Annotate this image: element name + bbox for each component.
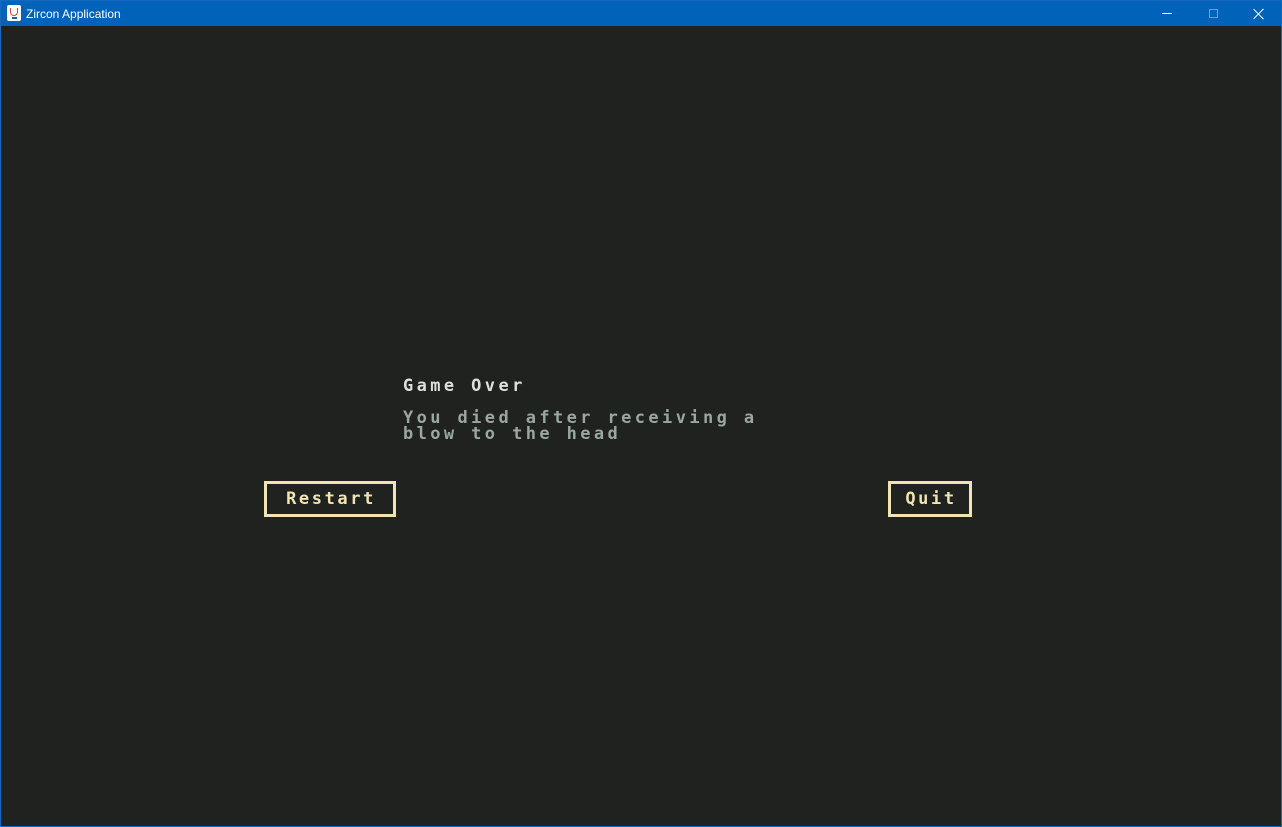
death-message: You died after receiving a blow to the h… <box>403 410 843 444</box>
maximize-button[interactable] <box>1190 1 1236 26</box>
death-message-line-2: blow to the head <box>403 424 622 444</box>
title-bar[interactable]: Zircon Application <box>1 1 1281 26</box>
minimize-icon <box>1162 13 1172 14</box>
app-window: Zircon Application Game Over You died af… <box>0 0 1282 827</box>
minimize-button[interactable] <box>1144 1 1190 26</box>
quit-button[interactable]: Quit <box>888 481 972 517</box>
restart-button[interactable]: Restart <box>264 481 396 517</box>
close-button[interactable] <box>1236 1 1281 26</box>
game-over-heading: Game Over <box>403 376 526 396</box>
java-cup-icon <box>7 5 21 21</box>
game-screen: Game Over You died after receiving a blo… <box>2 26 1280 826</box>
maximize-icon <box>1208 9 1218 18</box>
close-icon <box>1253 8 1265 20</box>
window-title: Zircon Application <box>26 7 121 21</box>
